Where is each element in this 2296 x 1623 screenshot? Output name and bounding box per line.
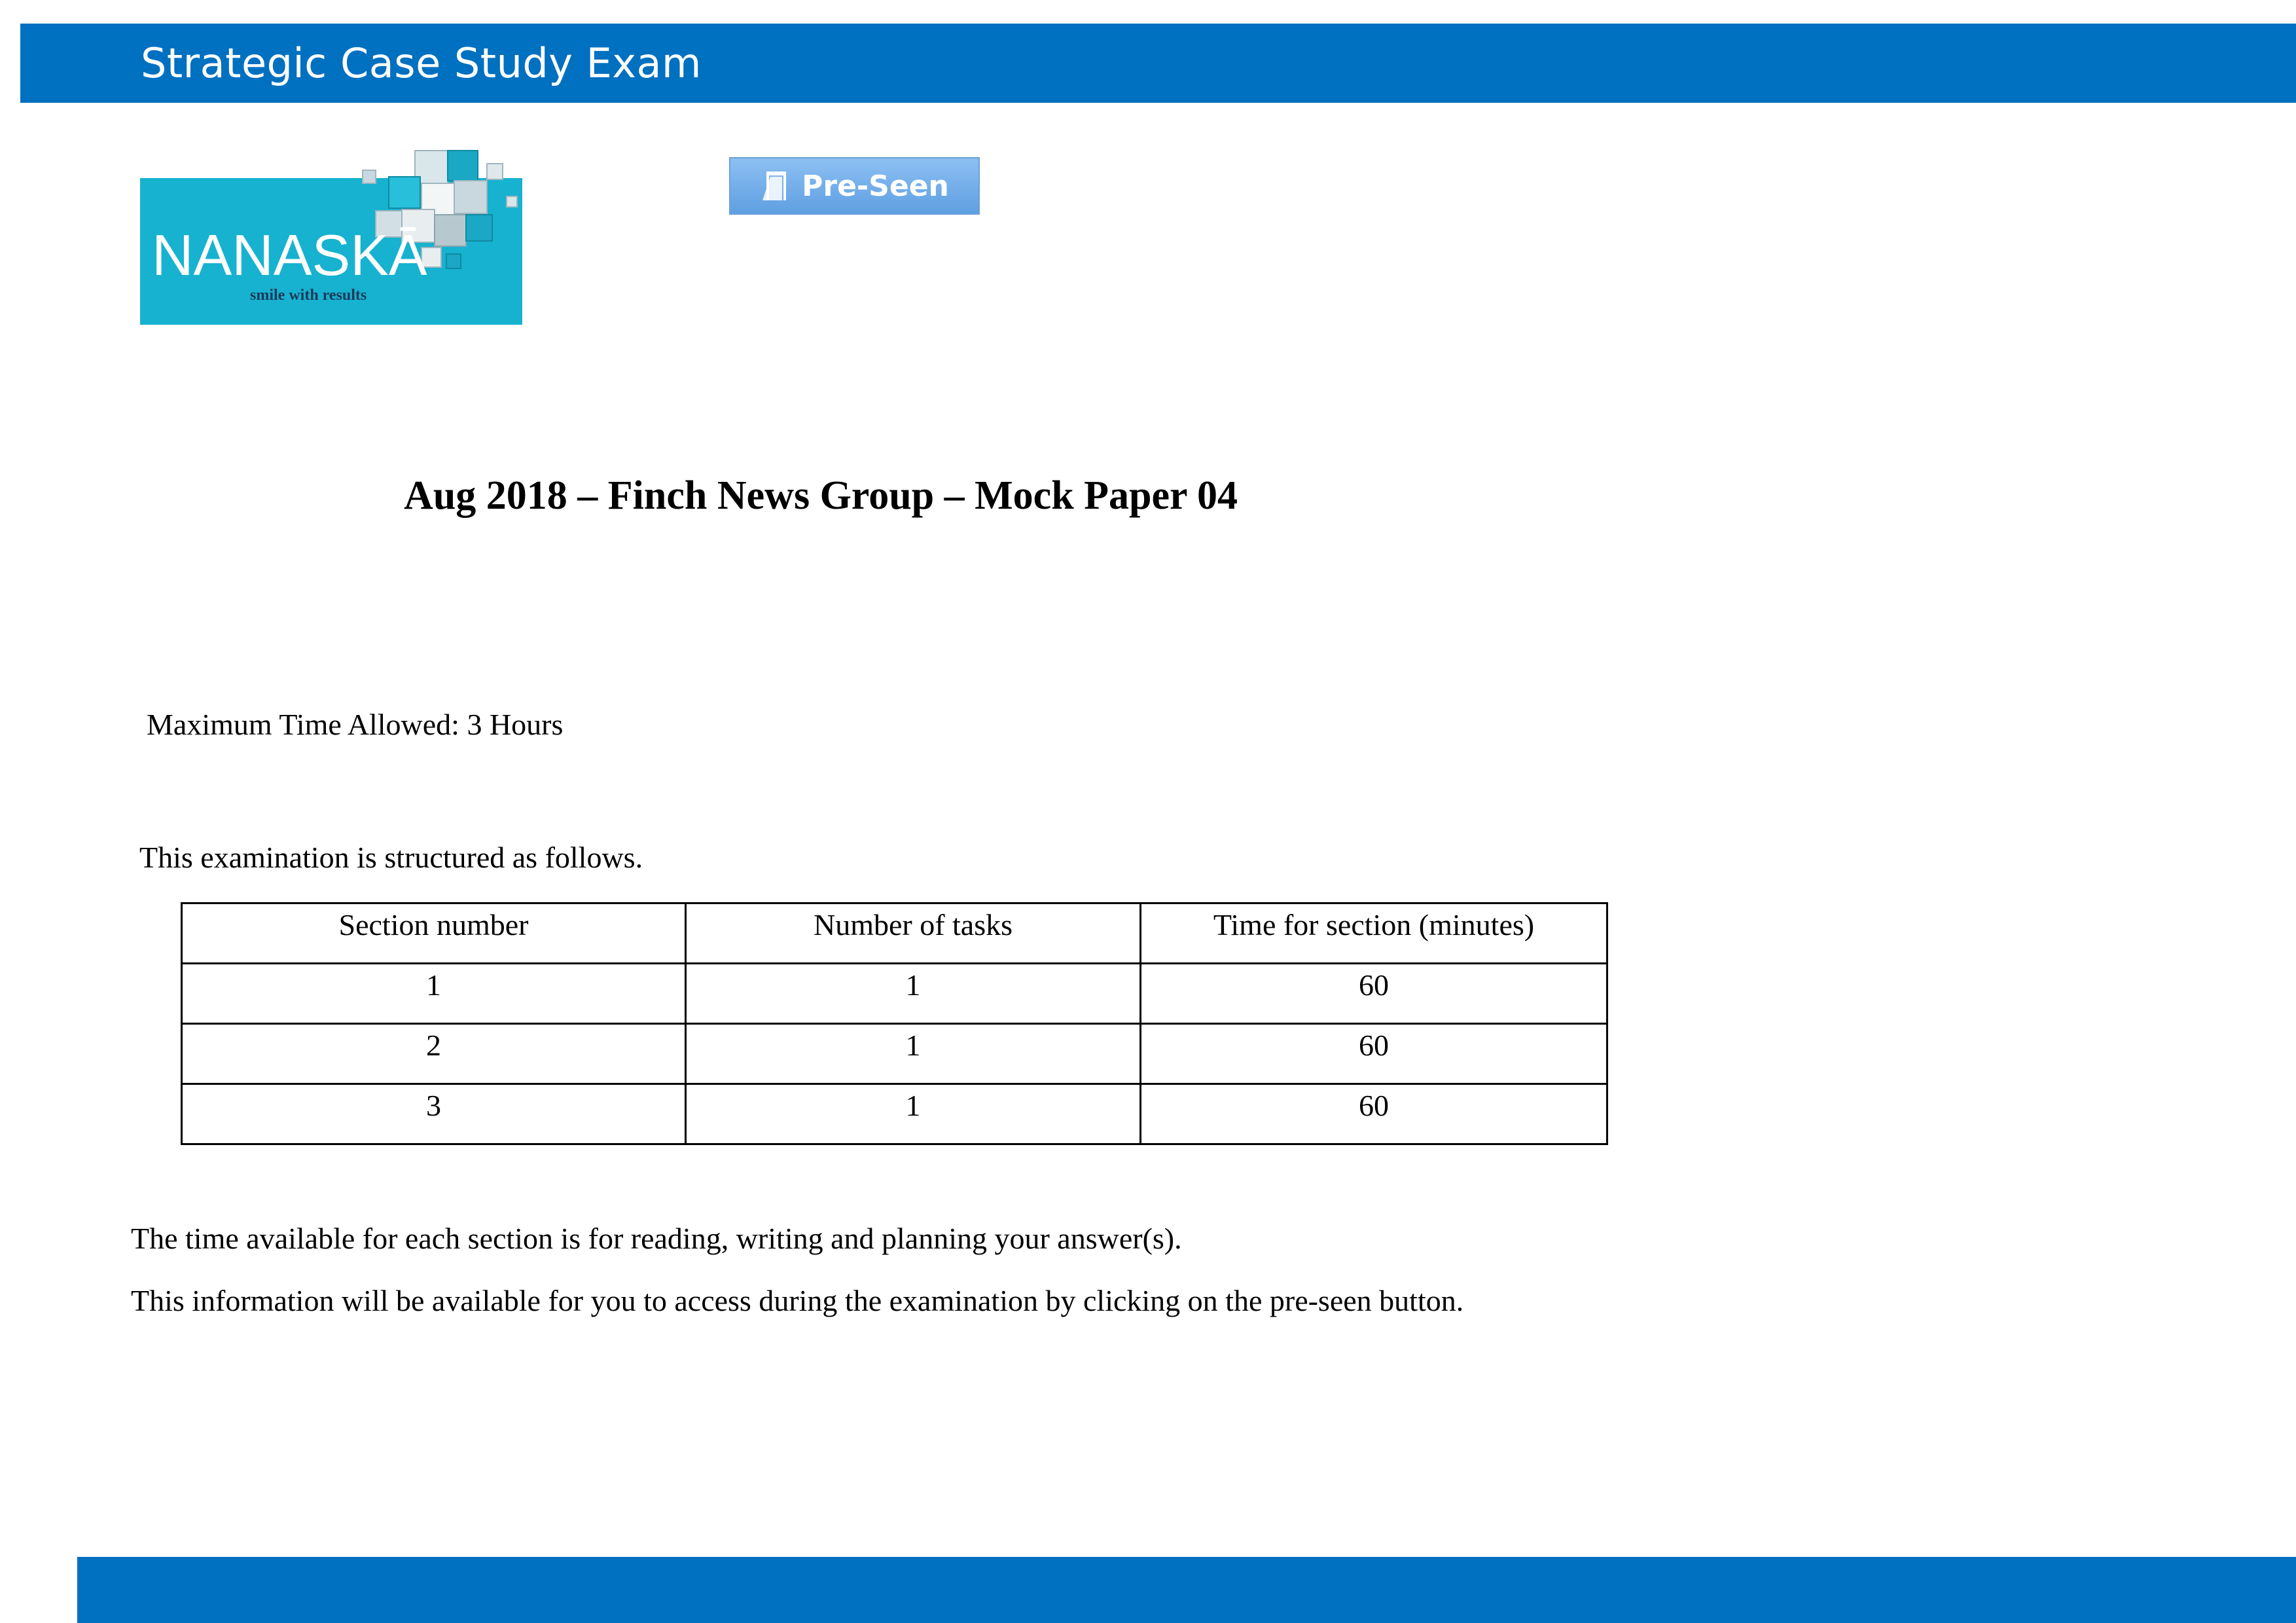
sections-table: Section number Number of tasks Time for … <box>181 902 1608 1145</box>
note-time-available: The time available for each section is f… <box>131 1222 1182 1255</box>
bottom-banner <box>77 1557 2296 1623</box>
table-row: 3 1 60 <box>181 1083 1608 1145</box>
nanaska-logo: NANASKĀ smile with results <box>140 137 522 325</box>
header-time-for-section: Time for section (minutes) <box>1139 902 1608 964</box>
document-icon <box>762 172 787 200</box>
banner-title: Strategic Case Study Exam <box>141 39 702 87</box>
cell-tasks: 1 <box>685 1083 1141 1145</box>
header-number-of-tasks: Number of tasks <box>685 902 1141 964</box>
cell-minutes: 60 <box>1139 1023 1608 1085</box>
pre-seen-label: Pre-Seen <box>802 169 949 203</box>
table-row: 2 1 60 <box>181 1023 1608 1085</box>
cell-section: 3 <box>181 1083 687 1145</box>
document-title: Aug 2018 – Finch News Group – Mock Paper… <box>404 473 1238 518</box>
logo-wordmark: NANASKĀ <box>152 223 427 287</box>
cell-tasks: 1 <box>685 1023 1141 1085</box>
max-time-text: Maximum Time Allowed: 3 Hours <box>147 708 564 741</box>
cell-minutes: 60 <box>1139 1083 1608 1145</box>
cell-section: 2 <box>181 1023 687 1085</box>
pre-seen-button[interactable]: Pre-Seen <box>729 157 980 215</box>
note-access-info: This information will be available for y… <box>131 1284 1464 1317</box>
structure-intro-text: This examination is structured as follow… <box>139 841 643 874</box>
header-section-number: Section number <box>181 902 687 964</box>
top-banner: Strategic Case Study Exam <box>20 24 2296 103</box>
table-header-row: Section number Number of tasks Time for … <box>181 902 1608 964</box>
logo-tagline: smile with results <box>250 287 367 304</box>
cell-tasks: 1 <box>685 962 1141 1025</box>
cell-minutes: 60 <box>1139 962 1608 1025</box>
table-row: 1 1 60 <box>181 962 1608 1025</box>
cell-section: 1 <box>181 962 687 1025</box>
